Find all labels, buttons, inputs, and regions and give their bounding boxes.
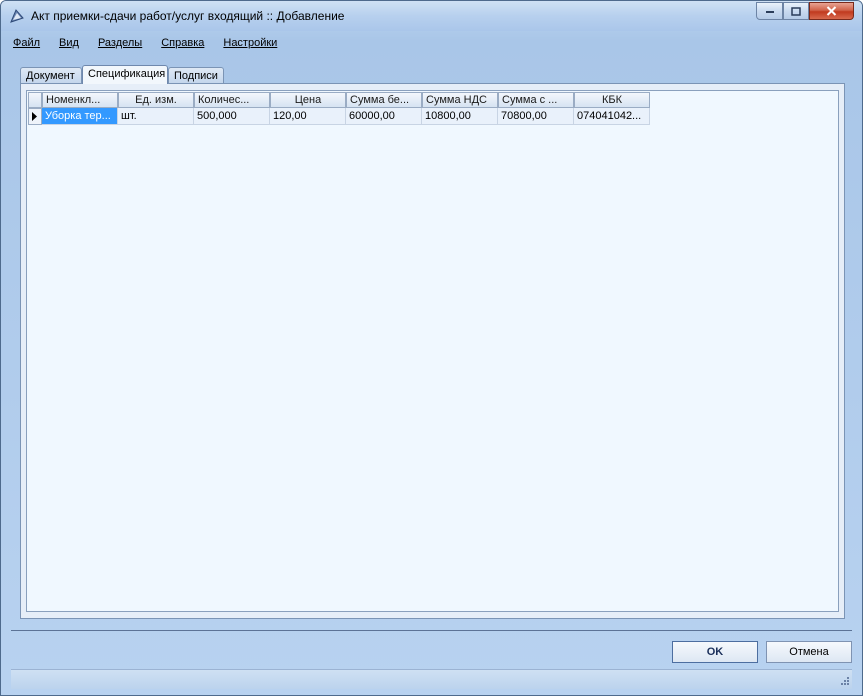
tab-specification[interactable]: Спецификация [82, 65, 168, 84]
cell-nomenclature[interactable]: Уборка тер... [42, 108, 118, 125]
app-icon [10, 9, 24, 23]
maximize-button[interactable] [783, 2, 809, 20]
menu-view[interactable]: Вид [59, 37, 79, 51]
title-bar[interactable]: Акт приемки-сдачи работ/услуг входящий :… [1, 1, 862, 31]
cell-vat-sum[interactable]: 10800,00 [422, 108, 498, 125]
window-title: Акт приемки-сдачи работ/услуг входящий :… [31, 9, 345, 23]
column-header-quantity[interactable]: Количес... [194, 92, 270, 108]
column-header-price[interactable]: Цена [270, 92, 346, 108]
minimize-button[interactable] [756, 2, 783, 20]
column-header-unit[interactable]: Ед. изм. [118, 92, 194, 108]
status-bar [11, 669, 852, 689]
column-header-sum-with-vat[interactable]: Сумма с ... [498, 92, 574, 108]
maximize-icon [791, 6, 801, 16]
cell-sum-with-vat[interactable]: 70800,00 [498, 108, 574, 125]
application-window: Акт приемки-сдачи работ/услуг входящий :… [0, 0, 863, 696]
cell-unit[interactable]: шт. [118, 108, 194, 125]
menu-file[interactable]: Файл [13, 37, 40, 51]
current-row-arrow-icon [32, 112, 37, 121]
column-header-vat-sum[interactable]: Сумма НДС [422, 92, 498, 108]
row-marker[interactable] [28, 108, 42, 125]
close-button[interactable] [809, 2, 854, 20]
tab-signatures[interactable]: Подписи [168, 67, 224, 83]
menu-sections[interactable]: Разделы [98, 37, 142, 51]
close-icon [826, 6, 837, 16]
tab-panel-specification: Номенкл... Ед. изм. Количес... Цена Сумм… [20, 83, 845, 619]
column-header-kbk[interactable]: КБК [574, 92, 650, 108]
resize-grip-icon[interactable] [840, 676, 850, 686]
menu-bar: Файл Вид Разделы Справка Настройки [13, 37, 296, 51]
menu-help[interactable]: Справка [161, 37, 204, 51]
cell-kbk[interactable]: 074041042... [574, 108, 650, 125]
cell-quantity[interactable]: 500,000 [194, 108, 270, 125]
column-header-sum-without-vat[interactable]: Сумма бе... [346, 92, 422, 108]
cell-sum-without-vat[interactable]: 60000,00 [346, 108, 422, 125]
column-header-nomenclature[interactable]: Номенкл... [42, 92, 118, 108]
header-row-marker [28, 92, 42, 108]
tab-document[interactable]: Документ [20, 67, 82, 83]
minimize-icon [765, 11, 774, 13]
specification-grid[interactable]: Номенкл... Ед. изм. Количес... Цена Сумм… [26, 90, 839, 612]
cancel-button[interactable]: Отмена [766, 641, 852, 663]
ok-button[interactable]: OK [672, 641, 758, 663]
menu-settings[interactable]: Настройки [223, 37, 277, 51]
cell-price[interactable]: 120,00 [270, 108, 346, 125]
bottom-separator [11, 630, 852, 631]
